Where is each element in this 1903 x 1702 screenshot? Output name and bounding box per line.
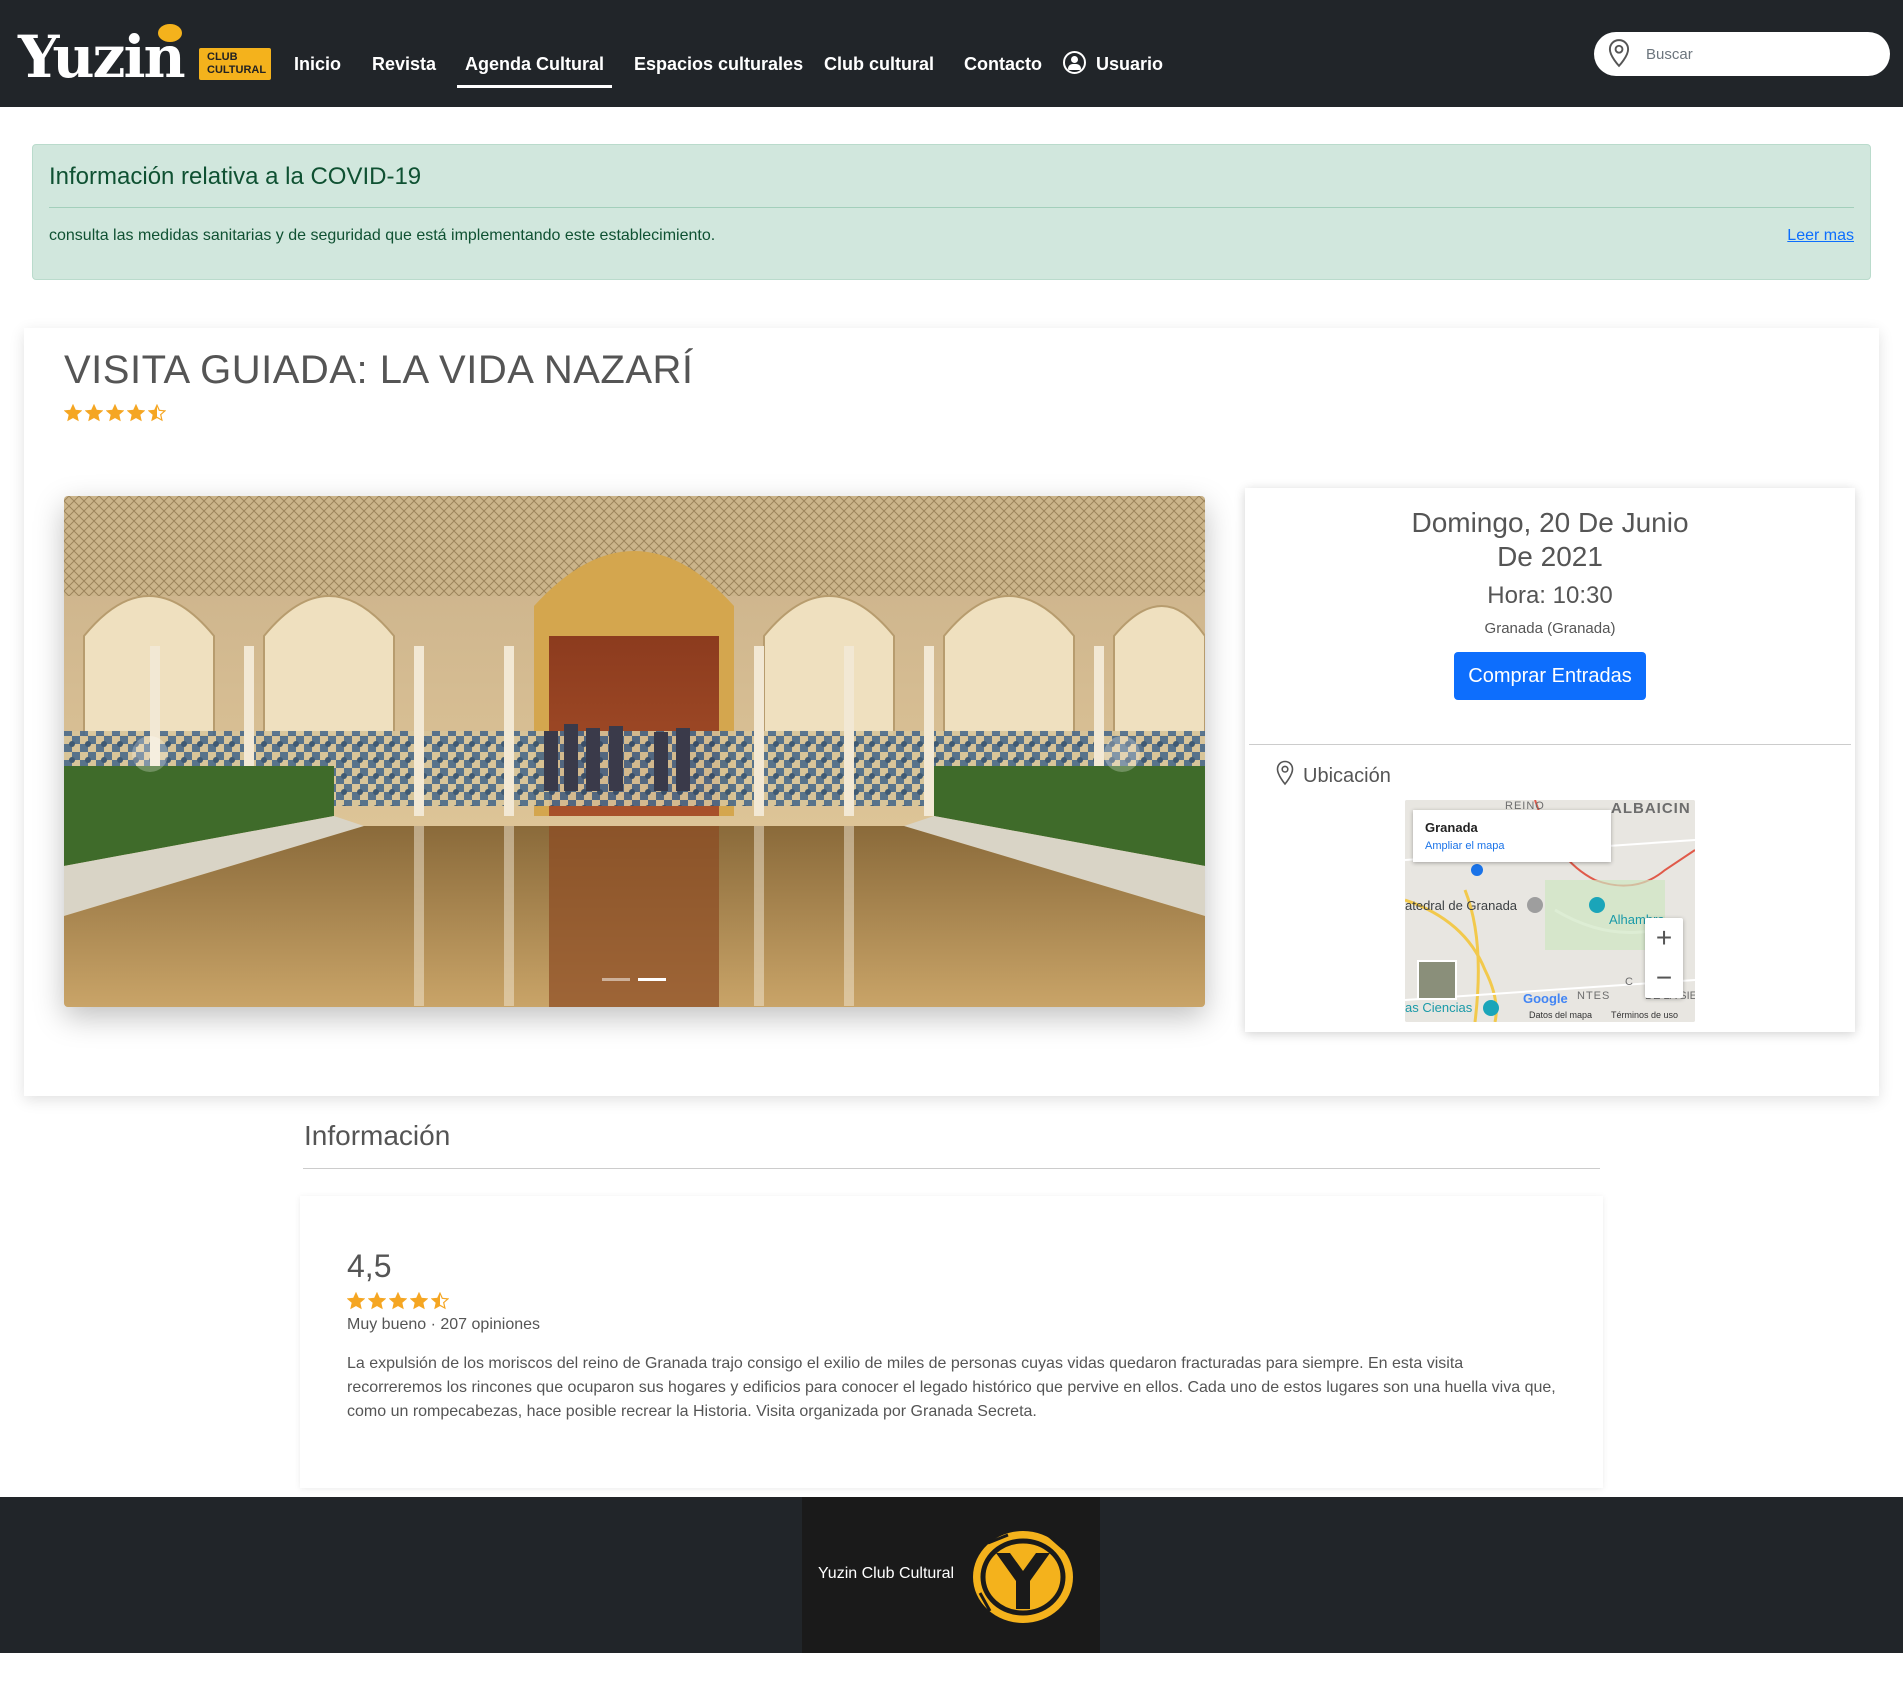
zoom-out-button[interactable]: − (1645, 958, 1683, 998)
map-pin-icon (1608, 39, 1630, 68)
event-date: Domingo, 20 De Junio De 2021 (1245, 506, 1855, 574)
star-icon (63, 403, 83, 422)
review-summary: Muy bueno · 207 opiniones (347, 1316, 541, 1333)
nav-contacto[interactable]: Contacto (964, 40, 1042, 88)
event-city: Granada (Granada) (1484, 620, 1616, 637)
image-carousel[interactable] (64, 496, 1205, 1007)
map-label-albaicin: ALBAICIN (1611, 800, 1691, 817)
event-rating (63, 403, 167, 422)
carousel-next-button[interactable] (1104, 736, 1140, 772)
map-label-fuentes: NTES (1577, 990, 1611, 1002)
nav-espacios-culturales[interactable]: Espacios culturales (634, 40, 803, 88)
star-icon (430, 1291, 450, 1310)
covid-alert: Información relativa a la COVID-19 consu… (32, 144, 1871, 280)
location-heading: Ubicación (1275, 760, 1391, 788)
event-info-card: Domingo, 20 De Junio De 2021 Hora: 10:30… (1245, 488, 1855, 1032)
yuzin-logo[interactable]: Yuzin CLUB CULTURAL (18, 24, 271, 86)
logo-badge-line1: CLUB (207, 51, 238, 63)
enlarge-map-link[interactable]: Ampliar el mapa (1425, 840, 1504, 852)
review-rating (346, 1291, 450, 1310)
star-icon (388, 1291, 408, 1310)
rating-score: 4,5 (347, 1248, 392, 1284)
map-zoom-controls: + − (1645, 918, 1683, 998)
carousel-image (64, 496, 1205, 1007)
nav-revista[interactable]: Revista (372, 40, 436, 88)
nav-inicio[interactable]: Inicio (294, 40, 341, 88)
event-date-line2: De 2021 (1497, 541, 1603, 572)
info-divider (303, 1168, 1600, 1169)
event-date-line1: Domingo, 20 De Junio (1411, 507, 1689, 538)
google-logo: Google (1523, 991, 1568, 1006)
map-label-catedral: atedral de Granada (1405, 898, 1518, 913)
star-icon (147, 403, 167, 422)
map-data-link[interactable]: Datos del mapa (1529, 1010, 1592, 1020)
nav-agenda-cultural[interactable]: Agenda Cultural (456, 40, 613, 88)
location-label: Ubicación (1303, 765, 1391, 787)
read-more-link[interactable]: Leer mas (1787, 227, 1854, 245)
review-card: 4,5 Muy bueno · 207 opiniones La expulsi… (300, 1196, 1603, 1488)
alert-text: consulta las medidas sanitarias y de seg… (49, 227, 716, 244)
footer: Yuzin Club Cultural (0, 1497, 1903, 1653)
buy-tickets-button[interactable]: Comprar Entradas (1454, 652, 1646, 700)
star-icon (367, 1291, 387, 1310)
nav-usuario[interactable]: Usuario (1063, 40, 1163, 88)
map-popup: Granada Ampliar el mapa (1413, 810, 1611, 862)
star-icon (105, 403, 125, 422)
map-pin-icon (1276, 760, 1294, 786)
satellite-toggle[interactable] (1417, 960, 1457, 1000)
logo-badge: CLUB CULTURAL (199, 48, 271, 80)
event-description: La expulsión de los moriscos del reino d… (347, 1355, 1556, 1420)
nav-usuario-label: Usuario (1096, 54, 1164, 74)
footer-text: Yuzin Club Cultural (818, 1565, 955, 1582)
footer-brand: Yuzin Club Cultural (802, 1497, 1100, 1653)
event-card: VISITA GUIADA: LA VIDA NAZARÍ Domingo, 2… (24, 328, 1879, 1096)
alert-title: Información relativa a la COVID-19 (49, 163, 422, 190)
star-icon (84, 403, 104, 422)
google-map[interactable]: ALBAICIN REINO atedral de Granada Alhamb… (1405, 800, 1695, 1022)
alert-divider (49, 207, 1854, 208)
nav-club-cultural[interactable]: Club cultural (824, 40, 934, 88)
zoom-in-button[interactable]: + (1645, 918, 1683, 958)
navbar: Yuzin CLUB CULTURAL Inicio Revista Agend… (0, 0, 1903, 107)
search-box (1594, 32, 1890, 76)
star-icon (346, 1291, 366, 1310)
map-terms-link[interactable]: Términos de uso (1611, 1010, 1678, 1020)
star-icon (409, 1291, 429, 1310)
logo-badge-line2: CULTURAL (207, 64, 267, 76)
star-icon (126, 403, 146, 422)
event-title: VISITA GUIADA: LA VIDA NAZARÍ (64, 348, 694, 392)
logo-emblem-icon (158, 24, 182, 42)
card-divider (1249, 744, 1851, 745)
user-circle-icon (1063, 51, 1086, 74)
yuzin-emblem-icon (973, 1531, 1073, 1623)
search-input[interactable] (1646, 42, 1876, 66)
carousel-indicator-1[interactable] (602, 978, 630, 981)
map-label-ciencias: as Ciencias (1405, 1000, 1473, 1015)
info-heading: Información (304, 1120, 451, 1151)
map-popup-title: Granada (1425, 820, 1478, 835)
event-time: Hora: 10:30 (1487, 582, 1613, 609)
carousel-indicator-2[interactable] (638, 978, 666, 981)
map-label-c: C (1625, 976, 1633, 988)
carousel-prev-button[interactable] (132, 736, 168, 772)
